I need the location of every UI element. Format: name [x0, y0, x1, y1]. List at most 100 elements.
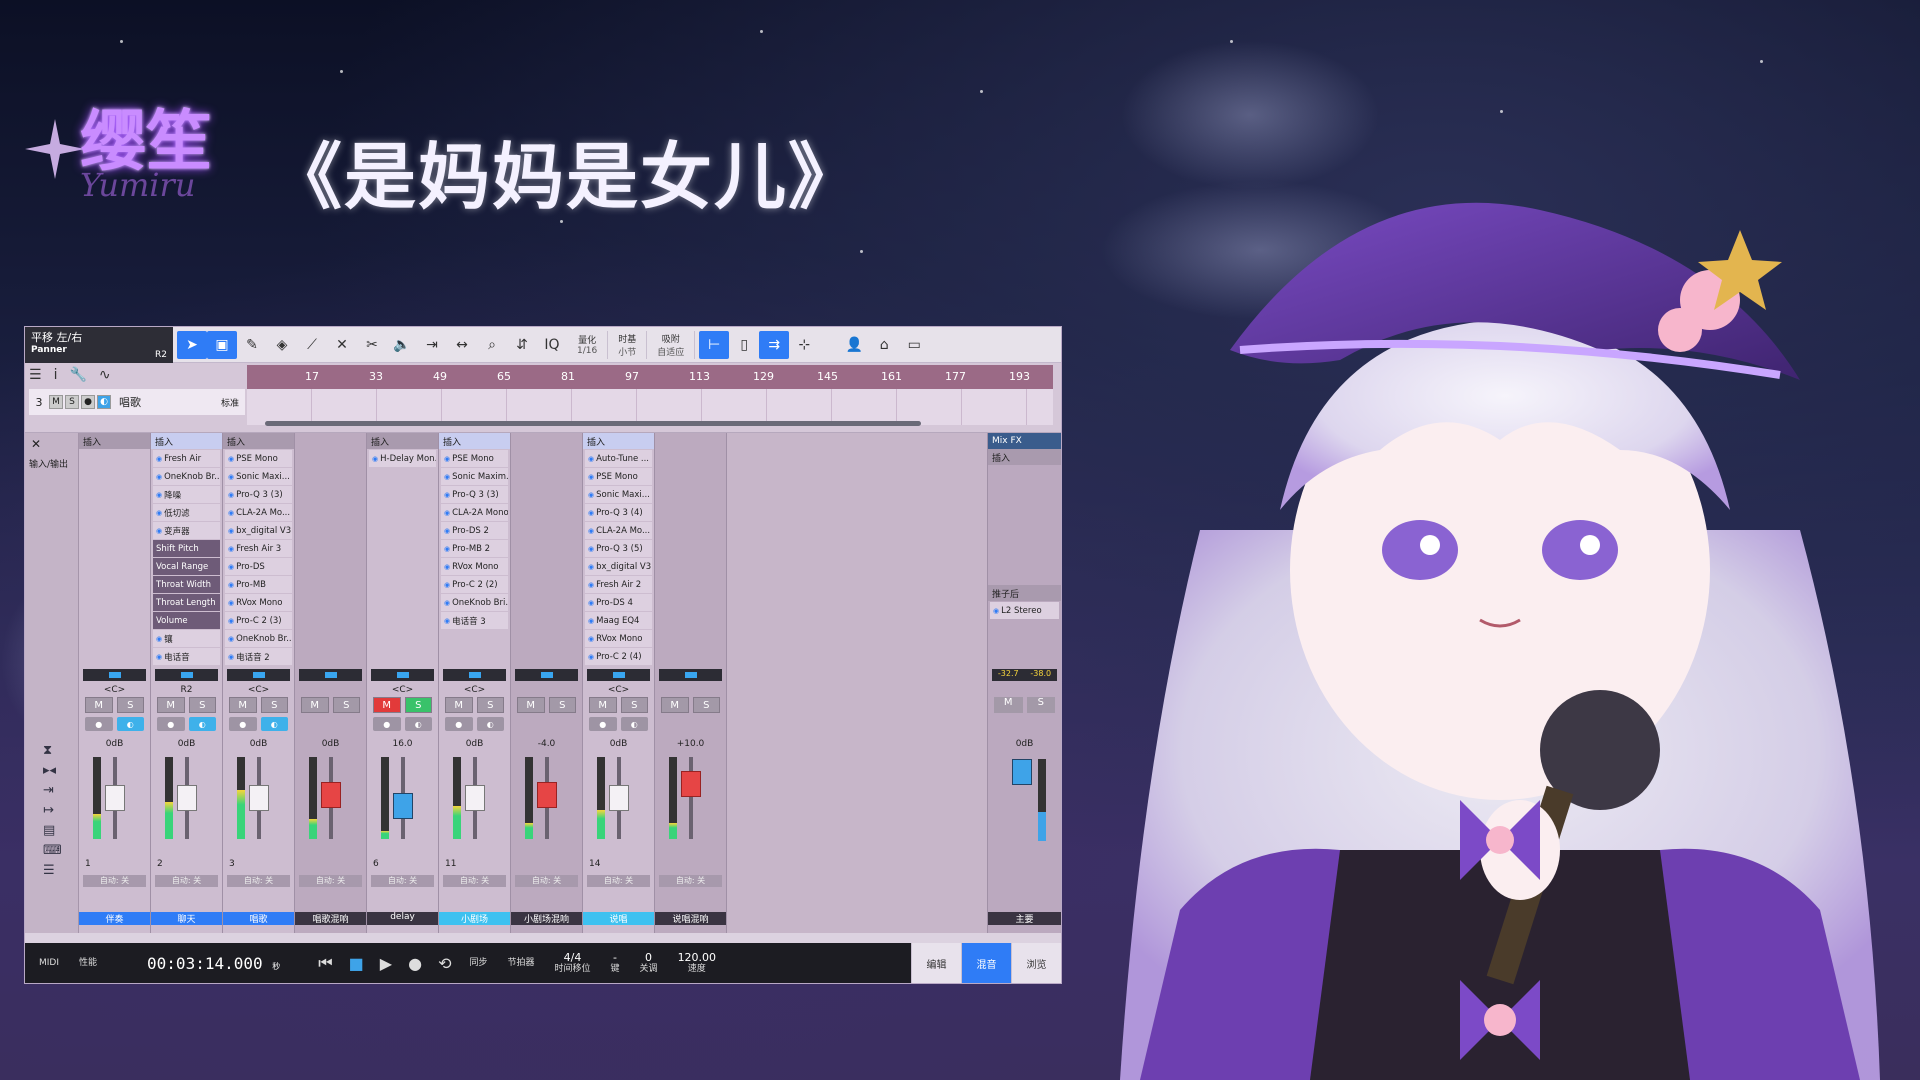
monitor-button[interactable]: ◐ — [97, 395, 111, 409]
timeline-ruler[interactable]: 17 33 49 65 81 97 113 129 145 161 177 193 — [247, 365, 1053, 389]
automation-mode[interactable]: 自动: 关 — [443, 875, 506, 887]
fader-track[interactable] — [689, 757, 693, 839]
plugin-slot[interactable]: OneKnob Bri... — [441, 594, 508, 611]
monitor-button[interactable]: ◐ — [260, 717, 288, 731]
plugin-slot[interactable]: Fresh Air 3 — [225, 540, 292, 557]
snap-grid-icon[interactable]: ⊢ — [699, 330, 730, 359]
plugin-slot[interactable]: Pro-DS 4 — [585, 594, 652, 611]
track-info-panel[interactable]: 平移 左/右 Panner R2 — [25, 327, 173, 363]
automation-mode[interactable]: 自动: 关 — [227, 875, 290, 887]
loop-icon[interactable]: ⟲ — [438, 954, 451, 973]
pan-value[interactable]: <C> — [583, 685, 654, 695]
insert-header[interactable]: 插入 — [151, 433, 222, 449]
send-icon[interactable]: ↦ — [43, 803, 54, 818]
pan-value[interactable]: <C> — [79, 685, 150, 695]
solo-button[interactable]: S — [476, 697, 504, 713]
pan-meter[interactable] — [83, 669, 146, 681]
insert-header[interactable]: 插入 — [583, 433, 654, 449]
channel-name[interactable]: 唱歌 — [223, 912, 294, 925]
stretch-icon[interactable]: ↔ — [447, 331, 477, 359]
mute-button[interactable]: M — [661, 697, 689, 713]
automation-mode[interactable]: 自动: 关 — [371, 875, 434, 887]
user-icon[interactable]: 👤 — [839, 331, 869, 359]
solo-button[interactable]: S — [260, 697, 288, 713]
plugin-slot[interactable]: PSE Mono — [441, 450, 508, 467]
volume-value[interactable]: +10.0 — [655, 739, 726, 749]
split-tool-icon[interactable]: ✂ — [357, 331, 387, 359]
automation-mode[interactable]: 自动: 关 — [155, 875, 218, 887]
record-arm-button[interactable]: ● — [229, 717, 257, 731]
track-header[interactable]: 3 M S ● ◐ 唱歌 标准 — [29, 389, 245, 415]
plugin-slot[interactable]: PSE Mono — [225, 450, 292, 467]
view-tab[interactable]: 混音 — [961, 943, 1011, 983]
master-mute-button[interactable]: M — [994, 697, 1023, 713]
plugin-slot[interactable]: Pro-DS — [225, 558, 292, 575]
mute-button[interactable]: M — [85, 697, 113, 713]
plugin-slot[interactable]: Volume — [153, 612, 220, 629]
plugin-slot[interactable]: Shift Pitch — [153, 540, 220, 557]
insert-header[interactable]: 插入 — [439, 433, 510, 449]
keyboard-icon[interactable]: ⌨ — [43, 843, 62, 858]
channel-name[interactable]: delay — [367, 912, 438, 925]
pan-value[interactable]: <C> — [367, 685, 438, 695]
tempo-control[interactable]: 120.00 速度 — [678, 951, 717, 975]
channel-name[interactable]: 聊天 — [151, 912, 222, 925]
monitor-button[interactable]: ◐ — [620, 717, 648, 731]
plugin-slot[interactable]: Pro-C 2 (3) — [225, 612, 292, 629]
record-arm-button[interactable]: ● — [85, 717, 113, 731]
pan-value[interactable]: <C> — [223, 685, 294, 695]
plugin-slot[interactable]: RVox Mono — [585, 630, 652, 647]
channel-name[interactable]: 小剧场 — [439, 912, 510, 925]
panel-icon[interactable]: ▤ — [43, 823, 55, 838]
plugin-slot[interactable]: 降噪 — [153, 486, 220, 503]
close-icon[interactable]: ✕ — [31, 437, 41, 451]
mute-tool-icon[interactable]: ✕ — [327, 331, 357, 359]
mute-button[interactable]: M — [445, 697, 473, 713]
time-signature[interactable]: 4/4 时间移位 — [555, 951, 591, 975]
plugin-slot[interactable]: Maag EQ4 — [585, 612, 652, 629]
plugin-slot[interactable]: Pro-Q 3 (5) — [585, 540, 652, 557]
record-button[interactable]: ● — [81, 395, 95, 409]
volume-value[interactable]: 0dB — [151, 739, 222, 749]
insert-header[interactable]: 插入 — [79, 433, 150, 449]
marker-icon[interactable]: ⊹ — [789, 331, 819, 359]
solo-button[interactable]: S — [692, 697, 720, 713]
plugin-slot[interactable]: Pro-Q 3 (3) — [441, 486, 508, 503]
channel-name[interactable]: 说唱 — [583, 912, 654, 925]
plugin-slot[interactable]: H-Delay Mon... — [369, 450, 436, 467]
solo-button[interactable]: S — [116, 697, 144, 713]
solo-button[interactable]: S — [548, 697, 576, 713]
plugin-slot[interactable]: CLA-2A Mono — [441, 504, 508, 521]
pan-meter[interactable] — [443, 669, 506, 681]
pencil-tool-icon[interactable]: ✎ — [237, 331, 267, 359]
timebase-select[interactable]: 时基 小节 — [608, 330, 648, 359]
plugin-slot[interactable]: Fresh Air — [153, 450, 220, 467]
paint-tool-icon[interactable]: ⟋ — [297, 331, 327, 359]
solo-button[interactable]: S — [332, 697, 360, 713]
track-lane[interactable] — [247, 389, 1053, 425]
pan-meter[interactable] — [371, 669, 434, 681]
record-arm-button[interactable]: ● — [445, 717, 473, 731]
transpose-control[interactable]: 0 关调 — [640, 951, 658, 975]
automation-mode[interactable]: 自动: 关 — [659, 875, 722, 887]
insert-header[interactable]: 插入 — [367, 433, 438, 449]
performance-meter[interactable]: 性能 — [79, 958, 97, 969]
list-icon[interactable]: ☰ — [43, 863, 55, 878]
volume-value[interactable]: 0dB — [79, 739, 150, 749]
insert-icon[interactable]: ⇥ — [43, 783, 54, 798]
plugin-slot[interactable]: 变声器 — [153, 522, 220, 539]
volume-fader[interactable] — [465, 785, 485, 811]
plugin-slot[interactable]: Pro-Q 3 (4) — [585, 504, 652, 521]
stop-icon[interactable]: ■ — [349, 954, 364, 973]
key-control[interactable]: - 键 — [611, 951, 620, 975]
plugin-slot[interactable]: Sonic Maxi... — [225, 468, 292, 485]
plugin-slot[interactable]: bx_digital V3 — [585, 558, 652, 575]
volume-value[interactable]: -4.0 — [511, 739, 582, 749]
menu-icon[interactable]: ☰ — [29, 367, 42, 383]
pan-meter[interactable] — [227, 669, 290, 681]
plugin-slot[interactable]: Sonic Maxim... — [441, 468, 508, 485]
channel-name[interactable]: 小剧场混响 — [511, 912, 582, 925]
plugin-slot[interactable]: Pro-C 2 (2) — [441, 576, 508, 593]
pan-meter[interactable] — [155, 669, 218, 681]
plugin-slot[interactable]: Pro-Q 3 (3) — [225, 486, 292, 503]
